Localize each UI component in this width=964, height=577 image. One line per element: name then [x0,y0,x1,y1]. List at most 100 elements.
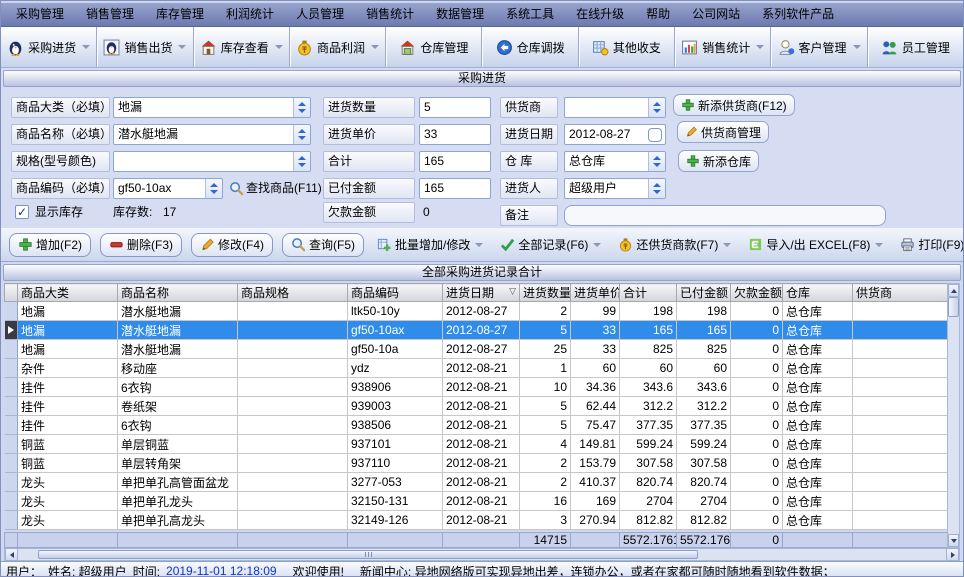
table-cell[interactable]: 2012-08-21 [443,435,520,454]
date-input[interactable]: 2012-08-27 [564,124,666,145]
table-cell[interactable]: 0 [731,397,783,416]
table-cell[interactable]: 377.35 [620,416,677,435]
table-cell[interactable]: 总仓库 [783,473,853,492]
spinner-icon[interactable] [648,152,665,171]
table-cell[interactable]: 0 [731,435,783,454]
table-cell[interactable]: 移动座 [118,359,238,378]
chevron-down-icon[interactable] [875,243,883,247]
table-cell[interactable]: 总仓库 [783,416,853,435]
table-cell[interactable] [238,397,348,416]
total-input[interactable]: 165 [419,151,491,172]
table-cell[interactable]: 198 [677,302,731,321]
column-header[interactable]: 进货数量 [520,284,571,302]
row-marker[interactable] [5,454,18,473]
act-import-export-excel[interactable]: 导入/出 EXCEL(F8) [744,233,887,257]
table-cell[interactable]: 0 [731,511,783,530]
table-cell[interactable]: 单层转角架 [118,454,238,473]
column-header[interactable]: 已付金额 [677,284,731,302]
tb-sales-stat[interactable]: 销售统计 [675,27,771,67]
table-cell[interactable] [853,359,948,378]
table-cell[interactable]: 龙头 [18,492,118,511]
product-name-combobox[interactable]: 潜水艇地漏 [113,124,311,145]
table-cell[interactable]: 99 [571,302,620,321]
table-cell[interactable]: 6衣钩 [118,378,238,397]
table-cell[interactable]: 938906 [348,378,443,397]
table-cell[interactable]: 2 [520,473,571,492]
menu-help[interactable]: 帮助 [635,3,681,26]
table-cell[interactable]: 939003 [348,397,443,416]
table-cell[interactable]: 单把单孔高管面盆龙 [118,473,238,492]
table-cell[interactable]: 2 [520,454,571,473]
row-marker[interactable] [5,492,18,511]
table-row[interactable]: 挂件6衣钩9389062012-08-211034.36343.6343.60总… [5,378,948,397]
menu-online-upgrade[interactable]: 在线升级 [565,3,635,26]
act-batch-add-modify[interactable]: 批量增加/修改 [373,233,487,257]
table-cell[interactable]: 单把单孔高龙头 [118,511,238,530]
act-add[interactable]: 增加(F2) [9,233,91,257]
row-marker[interactable] [5,397,18,416]
menu-sales-stats[interactable]: 销售统计 [355,3,425,26]
chevron-down-icon[interactable] [475,243,483,247]
tb-product-profit[interactable]: 商品利润 [290,27,386,67]
table-cell[interactable] [853,302,948,321]
table-cell[interactable]: 总仓库 [783,321,853,340]
table-cell[interactable]: 153.79 [571,454,620,473]
table-cell[interactable]: 2012-08-21 [443,416,520,435]
show-stock-checkbox[interactable]: ✓ [15,205,29,219]
table-cell[interactable]: 62.44 [571,397,620,416]
table-cell[interactable] [238,359,348,378]
table-cell[interactable]: 812.82 [677,511,731,530]
table-cell[interactable]: 挂件 [18,416,118,435]
table-cell[interactable]: gf50-10ax [348,321,443,340]
row-marker[interactable] [5,321,18,340]
spinner-icon[interactable] [293,152,310,171]
table-cell[interactable] [238,511,348,530]
table-cell[interactable]: 937110 [348,454,443,473]
menu-system-tools[interactable]: 系统工具 [495,3,565,26]
column-header[interactable]: 进货日期▽ [443,284,520,302]
spec-combobox[interactable] [113,151,311,172]
table-cell[interactable]: 总仓库 [783,302,853,321]
table-cell[interactable]: 总仓库 [783,492,853,511]
table-cell[interactable]: 377.35 [677,416,731,435]
tb-employee-mgmt[interactable]: 员工管理 [868,27,963,67]
table-cell[interactable]: 32149-126 [348,511,443,530]
table-cell[interactable]: 单把单孔龙头 [118,492,238,511]
add-supplier-button[interactable]: 新添供货商(F12) [673,94,795,116]
table-cell[interactable] [238,416,348,435]
table-row[interactable]: 地漏潜水艇地漏gf50-10ax2012-08-275331651650总仓库 [5,321,948,340]
table-cell[interactable]: 龙头 [18,473,118,492]
table-cell[interactable]: 总仓库 [783,397,853,416]
spinner-icon[interactable] [293,125,310,144]
table-cell[interactable] [853,492,948,511]
tb-purchase-in[interactable]: 采购进货 [1,27,97,67]
table-cell[interactable]: 75.47 [571,416,620,435]
row-marker[interactable] [5,473,18,492]
chevron-down-icon[interactable] [178,45,186,49]
table-cell[interactable]: 165 [620,321,677,340]
category-combobox[interactable]: 地漏 [113,97,311,118]
price-input[interactable]: 33 [419,124,491,145]
table-cell[interactable]: 5 [520,397,571,416]
table-row[interactable]: 地漏潜水艇地漏gf50-10a2012-08-2725338258250总仓库 [5,340,948,359]
horizontal-scroll-thumb[interactable] [38,550,698,559]
table-cell[interactable]: 343.6 [677,378,731,397]
table-cell[interactable] [853,378,948,397]
buyer-combobox[interactable]: 超级用户 [564,178,666,199]
chevron-down-icon[interactable] [853,45,861,49]
scroll-down-button[interactable] [948,534,959,547]
menu-inventory-mgmt[interactable]: 库存管理 [145,3,215,26]
column-header[interactable]: 商品大类 [18,284,118,302]
act-query[interactable]: 查询(F5) [282,233,364,257]
table-cell[interactable]: 0 [731,340,783,359]
table-cell[interactable]: 杂件 [18,359,118,378]
table-cell[interactable]: 307.58 [677,454,731,473]
table-cell[interactable] [238,302,348,321]
table-row[interactable]: 龙头单把单孔龙头32150-1312012-08-211616927042704… [5,492,948,511]
tb-warehouse-mgmt[interactable]: 仓库管理 [386,27,482,67]
table-row[interactable]: 地漏潜水艇地漏ltk50-10y2012-08-272991981980总仓库 [5,302,948,321]
table-cell[interactable]: 4 [520,435,571,454]
table-cell[interactable]: 0 [731,454,783,473]
table-cell[interactable]: 1 [520,359,571,378]
table-cell[interactable]: 2 [520,302,571,321]
